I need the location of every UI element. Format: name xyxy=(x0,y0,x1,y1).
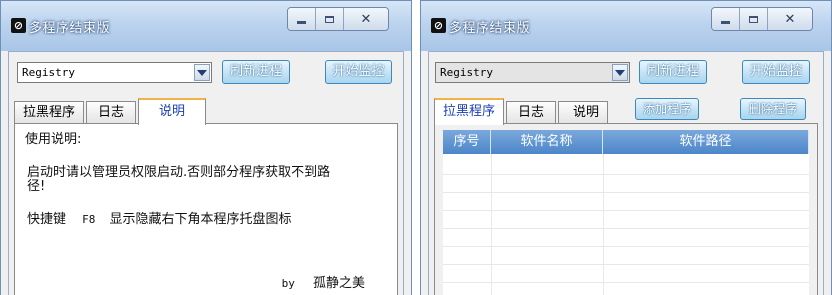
app-icon: ⊘ xyxy=(431,18,446,33)
dropdown-button[interactable] xyxy=(194,64,210,81)
table-header: 序号 软件名称 软件路径 xyxy=(443,130,809,154)
table-row-line xyxy=(443,282,809,283)
title-bar[interactable]: ⊘ 多程序结束版 ✕ xyxy=(1,1,411,51)
startup-note-line1: 启动时请以管理员权限启动.否则部分程序获取不到路 xyxy=(27,165,331,180)
tab-log[interactable]: 日志 xyxy=(86,101,137,124)
caption-buttons: ✕ xyxy=(287,7,389,31)
minimize-button[interactable] xyxy=(712,8,740,30)
maximize-button[interactable] xyxy=(740,8,768,30)
main-window-help: ⊘ 多程序结束版 ✕ Registry 刷新进程 开始监控 拉黑程序 日志 说明… xyxy=(0,0,412,295)
tab-help[interactable]: 说明 xyxy=(138,98,207,125)
process-combo-value: Registry xyxy=(440,66,493,79)
close-button[interactable]: ✕ xyxy=(344,8,388,30)
blacklist-table[interactable]: 序号 软件名称 软件路径 xyxy=(443,130,809,295)
title-bar[interactable]: ⊘ 多程序结束版 ✕ xyxy=(421,1,831,51)
table-row-line xyxy=(443,210,809,211)
tab-bar: 拉黑程序 日志 说明 xyxy=(14,96,208,125)
column-header-name[interactable]: 软件名称 xyxy=(491,130,603,154)
hotkey-description: 显示隐藏右下角本程序托盘图标 xyxy=(109,212,292,227)
tab-log[interactable]: 日志 xyxy=(506,101,557,124)
tab-blacklist[interactable]: 拉黑程序 xyxy=(14,101,85,124)
blacklist-panel: 序号 软件名称 软件路径 xyxy=(434,123,818,295)
close-icon: ✕ xyxy=(784,11,796,27)
hotkey-key: F8 xyxy=(82,213,96,226)
column-header-index[interactable]: 序号 xyxy=(443,130,491,154)
process-combo[interactable]: Registry xyxy=(435,62,630,83)
table-row-line xyxy=(443,228,809,229)
minimize-button[interactable] xyxy=(288,8,316,30)
tab-help[interactable]: 说明 xyxy=(558,101,609,124)
maximize-icon xyxy=(749,15,758,23)
table-row-line xyxy=(443,264,809,265)
column-divider xyxy=(491,154,492,295)
refresh-process-button[interactable]: 刷新进程 xyxy=(222,60,290,84)
table-row-line xyxy=(443,192,809,193)
client-area: Registry 刷新进程 开始监控 拉黑程序 日志 说明 使用说明: 启动时请… xyxy=(8,51,404,295)
process-combo[interactable]: Registry xyxy=(17,62,212,83)
column-divider xyxy=(603,154,604,295)
process-combo-value: Registry xyxy=(22,66,75,79)
tab-bar: 拉黑程序 日志 说明 xyxy=(434,96,610,125)
hotkey-note: 快捷键 F8 显示隐藏右下角本程序托盘图标 xyxy=(27,213,389,227)
app-icon: ⊘ xyxy=(11,18,26,33)
refresh-process-button[interactable]: 刷新进程 xyxy=(639,60,707,84)
start-monitor-button[interactable]: 开始监控 xyxy=(742,60,810,84)
minimize-icon xyxy=(721,20,730,24)
start-monitor-button[interactable]: 开始监控 xyxy=(325,60,392,84)
startup-note: 启动时请以管理员权限启动.否则部分程序获取不到路 径! xyxy=(27,166,389,194)
hotkey-label: 快捷键 xyxy=(27,212,67,227)
table-row-line xyxy=(443,174,809,175)
table-row-line xyxy=(443,246,809,247)
caption-buttons: ✕ xyxy=(711,7,813,31)
window-title: 多程序结束版 xyxy=(449,21,531,36)
startup-note-line2: 径! xyxy=(27,179,46,194)
chevron-down-icon xyxy=(615,69,625,76)
author-name: 孤静之美 xyxy=(312,276,365,291)
close-button[interactable]: ✕ xyxy=(768,8,812,30)
maximize-icon xyxy=(325,15,334,23)
client-area: Registry 刷新进程 开始监控 拉黑程序 日志 说明 添加程序 删除程序 … xyxy=(428,51,824,295)
help-panel: 使用说明: 启动时请以管理员权限启动.否则部分程序获取不到路 径! 快捷键 F8… xyxy=(14,123,398,295)
close-icon: ✕ xyxy=(360,11,372,27)
window-title: 多程序结束版 xyxy=(29,21,111,36)
author-signature: by 孤静之美 xyxy=(282,272,365,291)
delete-program-button[interactable]: 删除程序 xyxy=(740,98,806,120)
tab-blacklist[interactable]: 拉黑程序 xyxy=(434,98,505,125)
main-window-blacklist: ⊘ 多程序结束版 ✕ Registry 刷新进程 开始监控 拉黑程序 日志 说明… xyxy=(420,0,832,295)
by-label: by xyxy=(281,277,295,290)
usage-heading: 使用说明: xyxy=(25,132,82,147)
minimize-icon xyxy=(297,20,306,24)
add-program-button[interactable]: 添加程序 xyxy=(635,98,699,120)
maximize-button[interactable] xyxy=(316,8,344,30)
dropdown-button[interactable] xyxy=(612,64,628,81)
chevron-down-icon xyxy=(197,69,207,76)
column-header-path[interactable]: 软件路径 xyxy=(603,130,809,154)
